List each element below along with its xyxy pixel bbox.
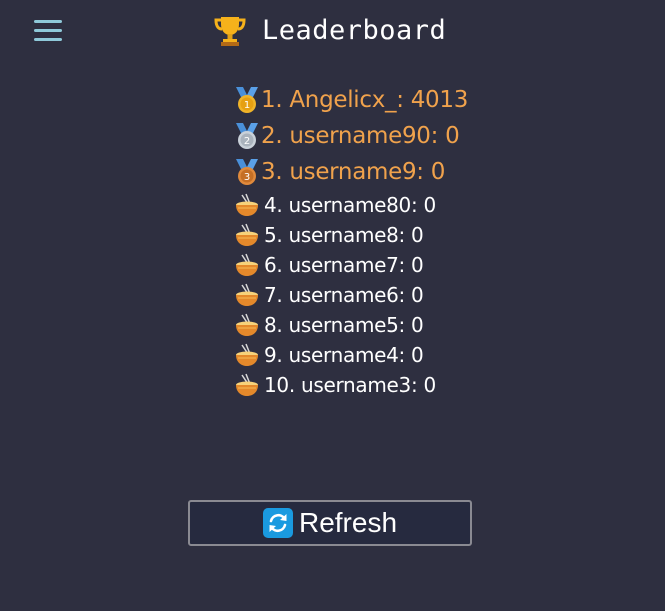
leaderboard-list: 1 1. Angelicx_: 4013 2 2. username90: 0 …: [234, 82, 574, 400]
list-item: 4. username80: 0: [234, 190, 574, 220]
menu-bar: [34, 29, 62, 32]
entry-label: 1. Angelicx_: 4013: [261, 87, 469, 113]
silver-medal-icon: 2: [236, 123, 258, 149]
hamburger-menu-icon[interactable]: [34, 18, 64, 44]
menu-bar: [34, 38, 62, 41]
svg-text:3: 3: [244, 172, 250, 183]
ramen-bowl-icon: [236, 373, 258, 396]
entry-label: 7. username6: 0: [264, 283, 424, 307]
ramen-bowl-icon: [236, 193, 258, 216]
ramen-bowl-icon: [236, 343, 258, 366]
menu-bar: [34, 20, 62, 23]
refresh-button[interactable]: Refresh: [188, 500, 472, 546]
entry-label: 8. username5: 0: [264, 313, 424, 337]
list-item: 6. username7: 0: [234, 250, 574, 280]
list-item: 3 3. username9: 0: [234, 154, 574, 190]
list-item: 9. username4: 0: [234, 340, 574, 370]
entry-label: 2. username90: 0: [261, 123, 460, 149]
entry-label: 4. username80: 0: [264, 193, 436, 217]
gold-medal-icon: 1: [236, 87, 258, 113]
list-item: 8. username5: 0: [234, 310, 574, 340]
list-item: 7. username6: 0: [234, 280, 574, 310]
svg-text:1: 1: [244, 100, 250, 111]
ramen-bowl-icon: [236, 253, 258, 276]
entry-label: 9. username4: 0: [264, 343, 424, 367]
list-item: 5. username8: 0: [234, 220, 574, 250]
list-item: 2 2. username90: 0: [234, 118, 574, 154]
trophy-icon: [214, 17, 246, 46]
refresh-icon: [262, 508, 293, 538]
entry-label: 6. username7: 0: [264, 253, 424, 277]
entry-label: 3. username9: 0: [261, 159, 446, 185]
page-title: Leaderboard: [262, 14, 447, 46]
refresh-button-label: Refresh: [298, 507, 398, 538]
entry-label: 10. username3: 0: [264, 373, 436, 397]
ramen-bowl-icon: [236, 223, 258, 246]
list-item: 1 1. Angelicx_: 4013: [234, 82, 574, 118]
ramen-bowl-icon: [236, 313, 258, 336]
bronze-medal-icon: 3: [236, 159, 258, 185]
ramen-bowl-icon: [236, 283, 258, 306]
list-item: 10. username3: 0: [234, 370, 574, 400]
svg-text:2: 2: [244, 136, 250, 147]
entry-label: 5. username8: 0: [264, 223, 424, 247]
page-header: Leaderboard: [212, 12, 446, 48]
